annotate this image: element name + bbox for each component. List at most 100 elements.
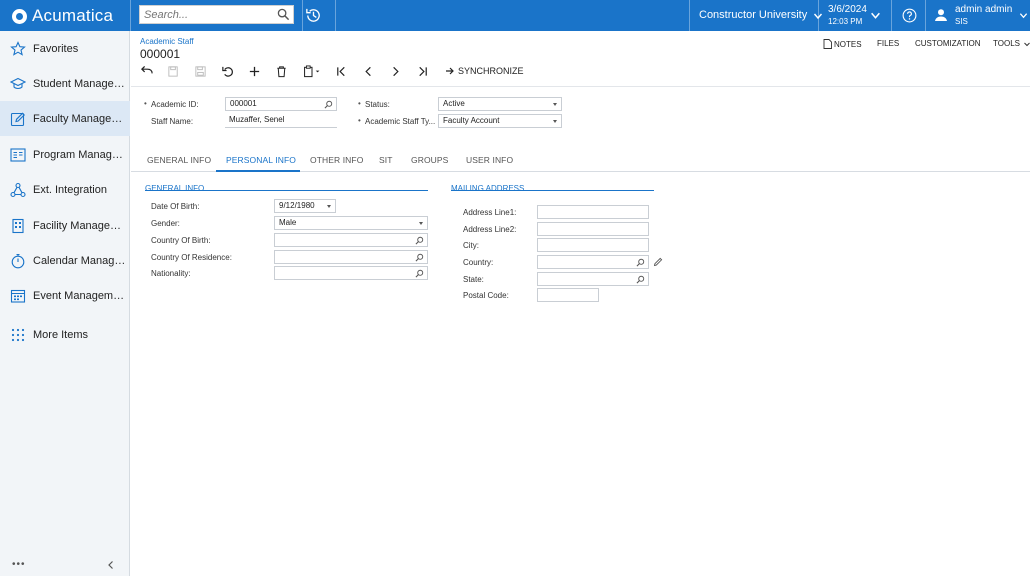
copy-paste-icon[interactable]: [302, 65, 322, 78]
notes-button[interactable]: NOTES: [823, 39, 862, 49]
staff-type-select[interactable]: Faculty Account: [438, 114, 562, 128]
tab-groups[interactable]: GROUPS: [411, 155, 448, 165]
academic-id-field[interactable]: 000001: [225, 97, 337, 111]
search-icon[interactable]: [415, 236, 424, 245]
undo-icon[interactable]: [221, 65, 234, 78]
section-divider: [451, 190, 654, 191]
history-icon[interactable]: [304, 6, 323, 25]
arrow-right-icon: [446, 67, 454, 75]
save-icon[interactable]: [194, 65, 207, 78]
sidebar: Favorites Student Management Faculty Man…: [0, 31, 130, 576]
dropdown-arrow-icon: [419, 222, 423, 225]
dob-field[interactable]: 9/12/1980: [274, 199, 336, 213]
sidebar-item-favorites[interactable]: Favorites: [0, 31, 130, 66]
address-line2-field[interactable]: [537, 222, 649, 236]
gender-value: Male: [279, 218, 297, 227]
sidebar-item-label: Facility Management: [33, 219, 128, 232]
delete-icon[interactable]: [275, 65, 288, 78]
search-icon[interactable]: [277, 8, 290, 21]
logo-text: Acumatica: [32, 6, 114, 25]
chevron-down-icon[interactable]: [870, 10, 881, 21]
add-icon[interactable]: [248, 65, 261, 78]
sidebar-item-faculty-management[interactable]: Faculty Management: [0, 101, 130, 136]
search-icon[interactable]: [636, 258, 645, 267]
status-label: Status:: [365, 100, 390, 109]
country-of-birth-label: Country Of Birth:: [151, 236, 211, 245]
dob-value: 9/12/1980: [279, 201, 315, 210]
sidebar-item-program-management[interactable]: Program Management: [0, 137, 130, 172]
country-field[interactable]: [537, 255, 649, 269]
stopwatch-icon: [11, 253, 25, 268]
tab-user-info[interactable]: USER INFO: [466, 155, 513, 165]
pencil-edit-icon[interactable]: [653, 257, 663, 267]
search-icon[interactable]: [415, 253, 424, 262]
search-icon[interactable]: [324, 100, 333, 109]
breadcrumb[interactable]: Academic Staff: [140, 37, 194, 46]
country-of-birth-field[interactable]: [274, 233, 428, 247]
search-box[interactable]: [139, 5, 294, 24]
address-line1-field[interactable]: [537, 205, 649, 219]
status-select[interactable]: Active: [438, 97, 562, 111]
company-selector[interactable]: Constructor University: [699, 0, 823, 31]
tab-general-info[interactable]: GENERAL INFO: [147, 155, 211, 165]
sidebar-item-facility-management[interactable]: Facility Management: [0, 208, 130, 243]
files-button[interactable]: FILES: [877, 39, 899, 48]
customization-button[interactable]: CUSTOMIZATION: [915, 39, 980, 48]
search-input[interactable]: [144, 7, 274, 22]
notes-icon: [823, 39, 832, 49]
date-text: 3/6/2024: [828, 4, 867, 15]
postal-code-field[interactable]: [537, 288, 599, 302]
tab-personal-info[interactable]: PERSONAL INFO: [226, 155, 296, 165]
acumatica-logo[interactable]: Acumatica: [12, 6, 113, 26]
sidebar-item-ext-integration[interactable]: Ext. Integration: [0, 172, 130, 207]
sidebar-item-label: Ext. Integration: [33, 183, 107, 196]
edit-icon: [10, 112, 25, 126]
save-close-icon[interactable]: [167, 65, 180, 78]
search-icon[interactable]: [636, 275, 645, 284]
dropdown-arrow-icon: [553, 103, 557, 106]
divider: [335, 0, 336, 31]
last-record-icon[interactable]: [416, 65, 429, 78]
chevron-down-icon[interactable]: [1019, 11, 1028, 20]
search-icon[interactable]: [415, 269, 424, 278]
help-icon[interactable]: [902, 8, 917, 23]
back-icon[interactable]: [140, 65, 153, 78]
user-icon[interactable]: [934, 8, 948, 22]
main-content: Academic Staff 000001 NOTES FILES CUSTOM…: [131, 31, 1030, 576]
business-date[interactable]: 3/6/2024 12:03 PM: [828, 4, 867, 28]
nationality-field[interactable]: [274, 266, 428, 280]
calendar-dropdown-icon[interactable]: [327, 205, 331, 208]
gender-select[interactable]: Male: [274, 216, 428, 230]
first-record-icon[interactable]: [335, 65, 348, 78]
company-name: Constructor University: [699, 9, 808, 21]
tools-label: TOOLS: [993, 39, 1020, 48]
country-label: Country:: [463, 258, 494, 267]
sidebar-item-label: Favorites: [33, 42, 79, 55]
user-menu[interactable]: admin admin SIS: [955, 4, 1012, 28]
synchronize-button[interactable]: SYNCHRONIZE: [445, 66, 524, 76]
divider: [131, 86, 1030, 87]
notes-label: NOTES: [834, 39, 862, 49]
more-options-button[interactable]: •••: [12, 559, 26, 570]
building-icon: [12, 218, 24, 233]
sidebar-item-label: Faculty Management: [33, 112, 128, 125]
collapse-sidebar-icon[interactable]: [106, 560, 116, 570]
previous-record-icon[interactable]: [362, 65, 375, 78]
city-field[interactable]: [537, 238, 649, 252]
address-line2-label: Address Line2:: [463, 225, 517, 234]
dropdown-arrow-icon: [553, 120, 557, 123]
country-of-residence-field[interactable]: [274, 250, 428, 264]
sidebar-item-label: More Items: [33, 328, 89, 341]
general-info-title: GENERAL INFO: [145, 184, 205, 193]
state-field[interactable]: [537, 272, 649, 286]
tools-button[interactable]: TOOLS: [993, 39, 1030, 48]
page-title: 000001: [140, 47, 181, 61]
sidebar-item-event-management[interactable]: Event Management: [0, 278, 130, 313]
sidebar-item-calendar-management[interactable]: Calendar Management: [0, 243, 130, 278]
next-record-icon[interactable]: [389, 65, 402, 78]
sidebar-item-student-management[interactable]: Student Management: [0, 66, 130, 101]
sidebar-item-more-items[interactable]: More Items: [0, 317, 130, 352]
tab-other-info[interactable]: OTHER INFO: [310, 155, 363, 165]
tab-sit[interactable]: SIT: [379, 155, 393, 165]
mailing-address-title: MAILING ADDRESS: [451, 184, 525, 193]
